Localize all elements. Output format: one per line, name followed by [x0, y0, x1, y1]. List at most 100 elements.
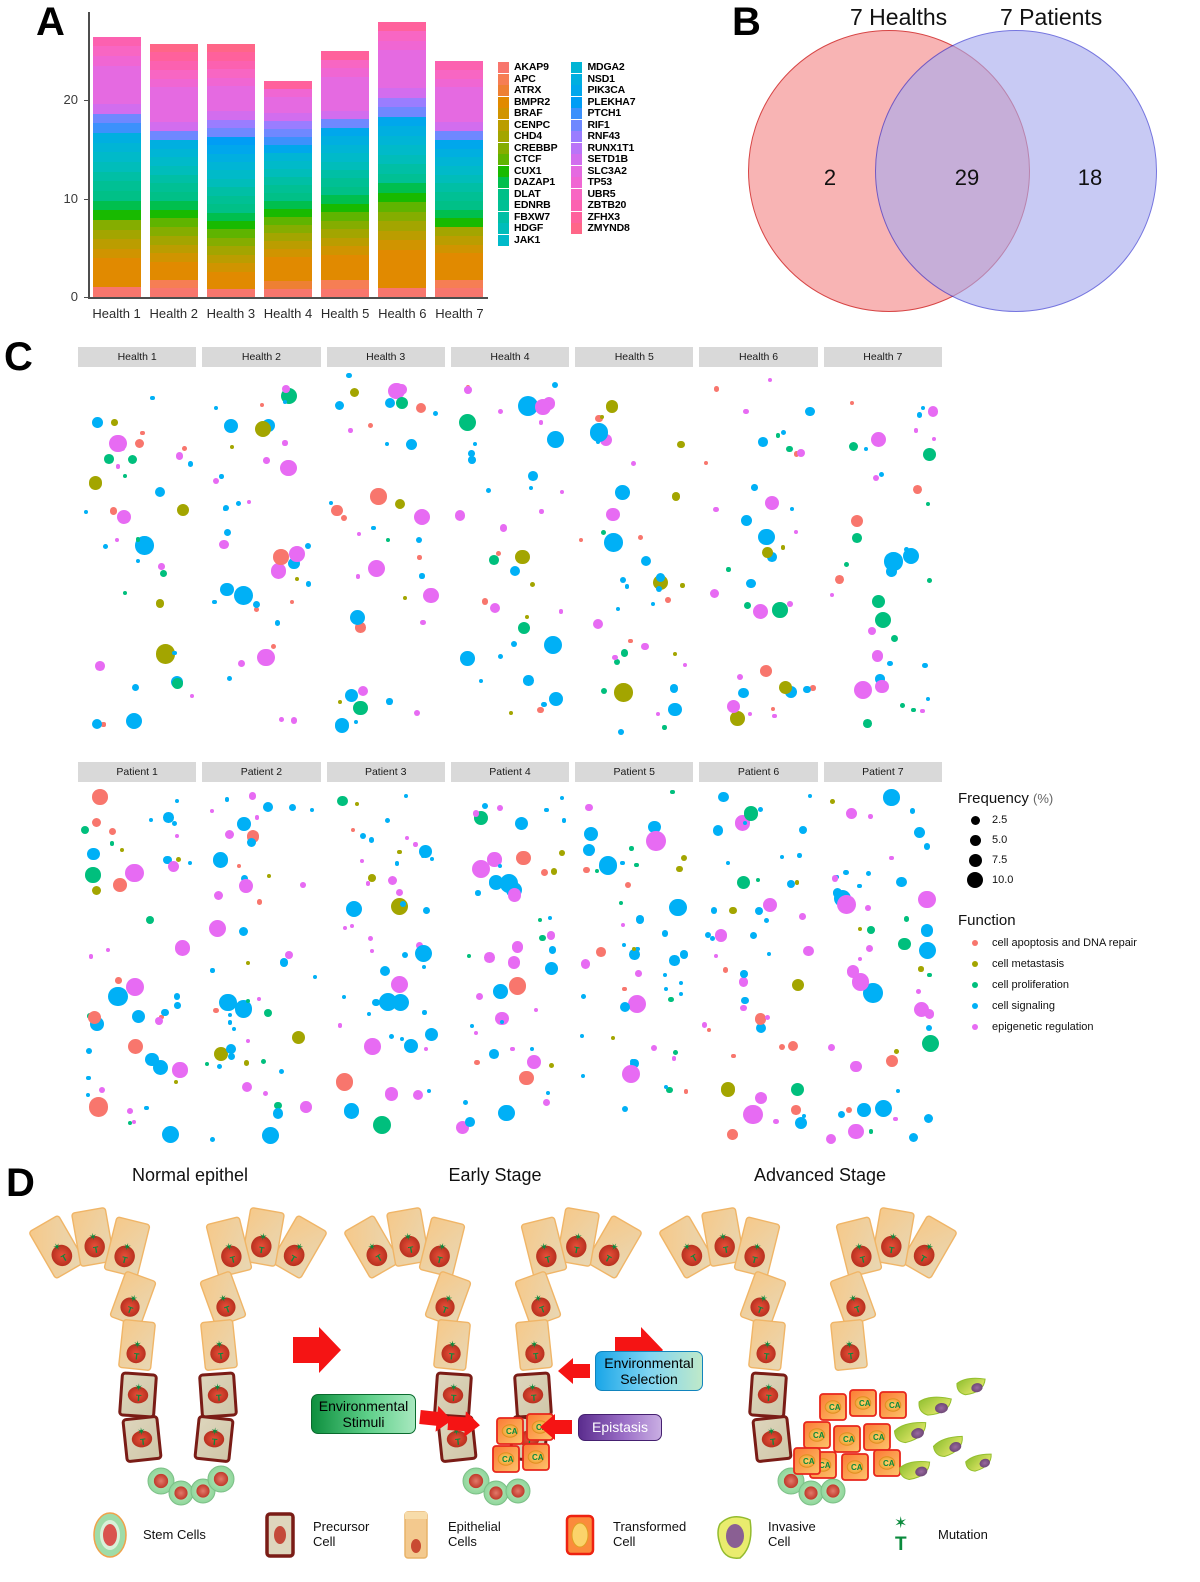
bar-segment: [378, 88, 427, 98]
bubble-point: [148, 818, 153, 823]
function-legend-dot: [972, 981, 978, 988]
bubble-point: [655, 586, 662, 593]
bubble-point: [404, 1038, 419, 1054]
bubble-point: [803, 685, 811, 694]
bubble-point: [780, 429, 787, 436]
bubble-point: [384, 1087, 398, 1101]
bubble-point: [235, 1000, 253, 1018]
bubble-point: [908, 1132, 918, 1142]
invasive-cell: [899, 1461, 931, 1481]
transformed-cell: CA: [496, 1417, 524, 1445]
bubble-point: [788, 1040, 799, 1052]
gene-legend-swatch: [498, 142, 509, 154]
facet-panel: [202, 786, 320, 1146]
bubble-point: [510, 1046, 515, 1051]
bubble-point: [903, 916, 910, 922]
bubble-point: [350, 924, 355, 929]
transformed-cell: CA: [879, 1391, 907, 1419]
gene-legend-swatch: [498, 62, 509, 74]
bar-segment: [321, 254, 370, 281]
bubble-point: [669, 898, 687, 916]
stage-label-early: Early Stage: [448, 1165, 542, 1185]
bubble-point: [80, 825, 89, 834]
bubble-point: [614, 683, 633, 702]
bubble-point: [900, 703, 906, 708]
bubble-point: [662, 725, 667, 730]
bar-segment: [92, 229, 141, 240]
bubble-point: [176, 857, 182, 862]
legend-label-transformed-cell: Transformed Cell: [613, 1519, 687, 1549]
gene-legend-swatch: [571, 188, 583, 200]
bubble-point: [224, 797, 229, 802]
mutation-marker: ✶: [845, 1339, 854, 1351]
bubble-point: [600, 688, 608, 695]
bar-segment: [149, 200, 198, 210]
bar-segment: [378, 116, 427, 127]
bubble-point: [710, 907, 718, 915]
bubble-point: [204, 1061, 210, 1067]
bubble-point: [726, 567, 731, 572]
facet-strip-label: Health 4: [490, 351, 530, 363]
bar-segment: [92, 55, 141, 66]
y-tick-label: 10: [63, 190, 78, 206]
bubble-point: [273, 1108, 284, 1119]
bubble-point: [476, 992, 484, 1000]
bar-segment: [149, 139, 198, 149]
bar-segment: [149, 69, 198, 79]
facet-strip-label: Patient 5: [613, 766, 655, 778]
bar-segment: [92, 113, 141, 124]
invasive-cell: [932, 1435, 963, 1458]
bubble-point: [508, 976, 527, 995]
bubble-point: [736, 876, 750, 890]
legend-item-mutation: ✶ T Mutation: [880, 1508, 988, 1562]
bubble-point: [786, 880, 795, 889]
bubble-point: [830, 798, 836, 804]
precursor-cell: ✶T: [748, 1371, 788, 1419]
bubble-point: [872, 595, 886, 608]
facet-panel: [202, 371, 320, 741]
facet-strip: Patient 7: [823, 762, 942, 782]
facet-strip: Health 2: [202, 347, 321, 367]
bubble-point: [729, 906, 737, 915]
bubble-point: [772, 602, 788, 618]
bubble-point: [671, 1056, 677, 1061]
bubble-point: [429, 856, 434, 862]
bubble-point: [466, 953, 471, 958]
bubble-point: [858, 927, 863, 932]
bar-segment: [149, 87, 198, 123]
bar-segment: [149, 279, 198, 289]
epithelial-cell: ✶T: [118, 1319, 156, 1371]
bubble-point: [620, 649, 629, 657]
function-legend-label: cell metastasis: [992, 957, 1065, 970]
bubble-point: [109, 434, 127, 453]
svg-text:T: T: [895, 1534, 907, 1555]
bubble-point: [459, 651, 475, 666]
gene-legend-swatch: [498, 200, 509, 212]
bubble-point: [868, 814, 873, 819]
bubble-point: [704, 460, 709, 466]
bubble-point: [312, 974, 317, 980]
bubble-point: [763, 917, 769, 923]
frequency-legend-dot-wrap: [958, 853, 992, 867]
bubble-point: [175, 799, 180, 804]
bubble-point: [896, 876, 907, 888]
bubble-point: [507, 887, 522, 902]
function-legend-dot: [972, 960, 978, 967]
bar-segment: [321, 59, 370, 69]
bar-segment: [321, 127, 370, 137]
bubble-point: [679, 950, 688, 959]
gene-legend-swatch: [571, 108, 583, 120]
bubble-point: [427, 1088, 432, 1093]
bar-segment: [206, 161, 255, 171]
bubble-point: [91, 718, 103, 730]
bubble-point: [353, 700, 368, 716]
frequency-legend-value: 10.0: [992, 874, 1014, 886]
bar-segment: [206, 254, 255, 264]
bubble-point: [540, 868, 549, 876]
bubble-point: [367, 1012, 372, 1017]
bar-segment: [149, 148, 198, 158]
gene-legend-label: NSD1: [587, 72, 615, 85]
gene-legend-label: ZBTB20: [587, 199, 627, 212]
mutation-marker: ✶: [133, 1340, 142, 1352]
bubble-point: [846, 1107, 853, 1114]
